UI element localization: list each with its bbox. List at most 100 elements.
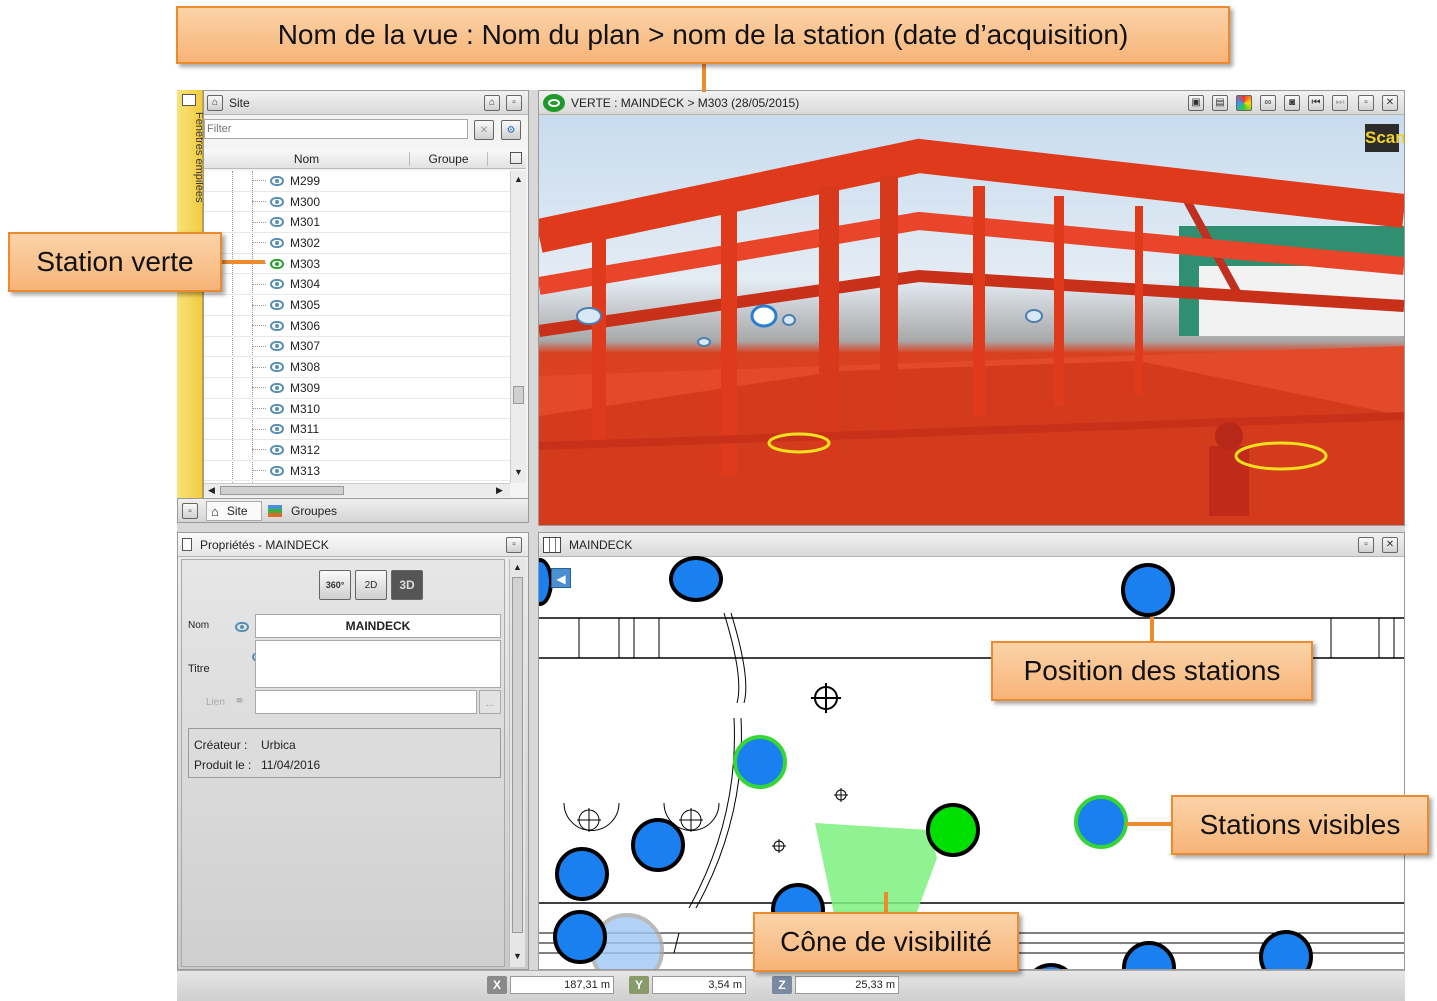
view-panel: VERTE : MAINDECK > M303 (28/05/2015) ▣ ▤… — [538, 90, 1405, 526]
tree-row[interactable]: M309 — [204, 378, 510, 399]
tree-row[interactable]: M310 — [204, 399, 510, 420]
station-marker[interactable] — [631, 818, 685, 872]
maximize-button[interactable]: ▫ — [506, 536, 522, 553]
view-2d-button[interactable]: 2D — [355, 570, 387, 600]
glasses-icon[interactable]: ∞ — [1260, 94, 1276, 111]
eye-icon — [270, 444, 284, 455]
scroll-h-thumb[interactable] — [220, 486, 344, 495]
column-header-nom[interactable]: Nom — [204, 152, 410, 166]
station-label: M301 — [290, 215, 321, 230]
tab-site[interactable]: ⌂ Site — [206, 501, 262, 521]
column-header-groupe[interactable]: Groupe — [410, 152, 488, 166]
filter-settings-button[interactable]: ⚙ — [501, 120, 521, 140]
scroll-right-arrow[interactable]: ▶ — [496, 485, 503, 496]
station-label: M303 — [290, 256, 321, 271]
home-button[interactable]: ⌂ — [484, 94, 500, 111]
scroll-up-arrow[interactable]: ▲ — [514, 174, 523, 184]
z-coordinate-value: 25,33 m — [795, 976, 899, 994]
visible-station-marker[interactable] — [1074, 795, 1128, 849]
map-icon — [543, 536, 561, 553]
view-panel-header: VERTE : MAINDECK > M303 (28/05/2015) ▣ ▤… — [539, 91, 1404, 115]
callout-green-station: Station verte — [8, 232, 222, 292]
stacked-windows-strip[interactable]: Fenêtres empilées — [177, 90, 205, 523]
visible-station-marker[interactable] — [733, 735, 787, 789]
scroll-thumb[interactable] — [512, 577, 523, 933]
eye-icon — [270, 279, 284, 290]
scroll-left-arrow[interactable]: ◀ — [208, 485, 215, 496]
nom-field[interactable]: MAINDECK — [255, 614, 501, 638]
tree-row[interactable]: M305 — [204, 295, 510, 316]
station-marker[interactable] — [555, 847, 609, 901]
scan-badge[interactable]: Scan — [1365, 124, 1404, 152]
station-label: M308 — [290, 360, 321, 375]
tree-row[interactable]: M302 — [204, 233, 510, 254]
view-360-button[interactable]: 360° — [319, 570, 351, 600]
color-icon[interactable] — [1236, 94, 1252, 111]
station-marker[interactable] — [669, 556, 723, 602]
eye-icon[interactable] — [235, 622, 249, 632]
tree-row[interactable]: M300 — [204, 192, 510, 213]
tree-vertical-scrollbar[interactable]: ▲ ▼ — [510, 171, 526, 483]
tree-row[interactable]: M307 — [204, 337, 510, 358]
station-label: M302 — [290, 235, 321, 250]
station-tree: M299 M300 M301 M302 M303 M304 M305 M306 … — [204, 171, 510, 483]
y-coordinate-value: 3,54 m — [652, 976, 746, 994]
maximize-button[interactable]: ▫ — [1358, 94, 1374, 111]
station-marker[interactable] — [1121, 563, 1175, 617]
tree-row[interactable]: M304 — [204, 275, 510, 296]
clear-filter-button[interactable]: ✕ — [474, 120, 494, 140]
column-picker-icon[interactable] — [510, 152, 522, 164]
restore-button[interactable]: ▫ — [182, 503, 198, 519]
eye-icon — [270, 175, 284, 186]
tree-row[interactable]: M308 — [204, 357, 510, 378]
tree-row[interactable]: M299 — [204, 171, 510, 192]
tab-groups[interactable]: Groupes — [264, 501, 348, 521]
tool-icon-1[interactable]: ▣ — [1188, 94, 1204, 111]
scroll-up-arrow[interactable]: ▲ — [513, 562, 522, 572]
view-3d-button[interactable]: 3D — [391, 570, 423, 600]
station-marker[interactable] — [553, 910, 607, 964]
collapse-icon[interactable]: ◀ — [551, 568, 571, 588]
filter-input[interactable] — [204, 119, 468, 139]
scroll-down-arrow[interactable]: ▼ — [514, 467, 523, 477]
document-icon — [182, 538, 192, 551]
scroll-thumb[interactable] — [513, 386, 524, 404]
station-label: M312 — [290, 442, 321, 457]
camera-icon[interactable]: ◙ — [1284, 94, 1300, 111]
tree-row[interactable]: M311 — [204, 419, 510, 441]
createur-label: Créateur : — [194, 738, 248, 752]
lien-field[interactable] — [255, 690, 477, 714]
tree-row[interactable]: M301 — [204, 212, 510, 234]
eye-icon — [270, 403, 284, 414]
tree-row[interactable]: M313 — [204, 461, 510, 482]
maximize-button[interactable]: ▫ — [506, 94, 522, 111]
callout-connector — [1126, 822, 1172, 826]
selected-green-station-marker[interactable] — [926, 803, 980, 857]
panorama-scene — [539, 138, 1404, 525]
next-icon[interactable]: ⏭ — [1332, 94, 1348, 111]
panorama-view[interactable]: Scan — [539, 116, 1404, 525]
properties-title: Propriétés - MAINDECK — [200, 537, 329, 552]
first-icon[interactable]: ⏮ — [1308, 94, 1324, 111]
home-icon: ⌂ — [211, 503, 219, 519]
scroll-down-arrow[interactable]: ▼ — [513, 951, 522, 961]
callout-connector — [884, 892, 888, 914]
tool-icon-2[interactable]: ▤ — [1212, 94, 1228, 111]
close-button[interactable]: ✕ — [1382, 94, 1398, 111]
tree-row[interactable]: M312 — [204, 440, 510, 461]
station-label: M309 — [290, 380, 321, 395]
station-label: M311 — [290, 422, 320, 437]
tree-header: Nom Groupe — [204, 149, 526, 169]
maximize-button[interactable]: ▫ — [1358, 536, 1374, 553]
close-button[interactable]: ✕ — [1382, 536, 1398, 553]
station-label: M304 — [290, 277, 321, 292]
lien-browse-button[interactable]: ... — [479, 690, 501, 714]
plan-canvas[interactable]: ◀ — [539, 556, 1404, 969]
tree-row[interactable]: M306 — [204, 316, 510, 337]
tree-horizontal-scrollbar[interactable]: ◀ ▶ — [204, 483, 510, 497]
properties-scrollbar[interactable]: ▲ ▼ — [509, 559, 525, 967]
titre-field[interactable] — [255, 640, 501, 688]
home-icon: ⌂ — [207, 94, 223, 111]
eye-icon — [270, 320, 284, 331]
tree-row-selected[interactable]: M303 — [204, 254, 510, 275]
